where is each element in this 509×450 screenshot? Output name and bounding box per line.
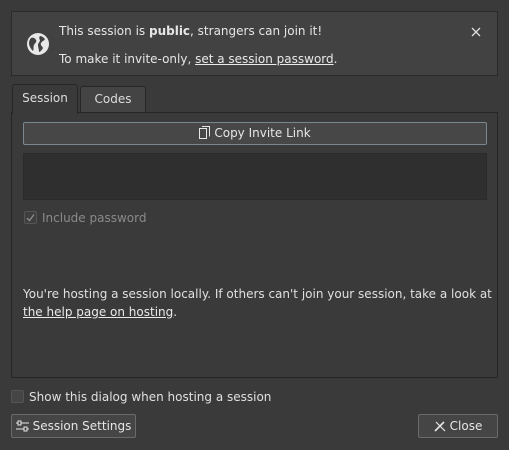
show-dialog-check[interactable] bbox=[11, 390, 24, 403]
hosting-info-text: You're hosting a session locally. If oth… bbox=[23, 287, 492, 319]
session-settings-button[interactable]: Session Settings bbox=[11, 414, 136, 438]
public-keyword: public bbox=[148, 24, 191, 38]
tab-session[interactable]: Session bbox=[12, 84, 78, 114]
copy-icon bbox=[199, 126, 211, 139]
close-tool-icon bbox=[434, 421, 446, 432]
banner-invite-message: To make it invite-only, set a session pa… bbox=[59, 52, 338, 66]
include-password-label: Include password bbox=[42, 211, 147, 225]
close-label: Close bbox=[449, 419, 483, 433]
banner-close-button[interactable] bbox=[469, 25, 483, 39]
show-dialog-checkbox[interactable]: Show this dialog when hosting a session bbox=[11, 390, 271, 404]
session-tab-panel: Copy Invite Link Include password You're… bbox=[11, 112, 498, 378]
include-password-checkbox: Include password bbox=[24, 211, 146, 225]
checkmark-icon bbox=[26, 214, 35, 222]
banner-public-message: This session is public, strangers can jo… bbox=[59, 24, 323, 38]
close-button[interactable]: Close bbox=[418, 414, 498, 438]
copy-invite-link-label: Copy Invite Link bbox=[214, 126, 311, 140]
close-icon bbox=[471, 27, 481, 37]
sliders-icon bbox=[15, 420, 29, 432]
tab-codes[interactable]: Codes bbox=[80, 86, 146, 113]
public-session-banner: This session is public, strangers can jo… bbox=[11, 11, 498, 76]
session-settings-label: Session Settings bbox=[32, 419, 132, 433]
include-password-check bbox=[24, 211, 37, 224]
globe-icon bbox=[27, 33, 49, 55]
invite-link-field[interactable] bbox=[23, 153, 487, 200]
copy-invite-link-button[interactable]: Copy Invite Link bbox=[23, 122, 487, 145]
help-page-link[interactable]: the help page on hosting bbox=[23, 305, 173, 319]
set-password-link[interactable]: set a session password bbox=[195, 52, 334, 66]
show-dialog-label: Show this dialog when hosting a session bbox=[29, 390, 272, 404]
